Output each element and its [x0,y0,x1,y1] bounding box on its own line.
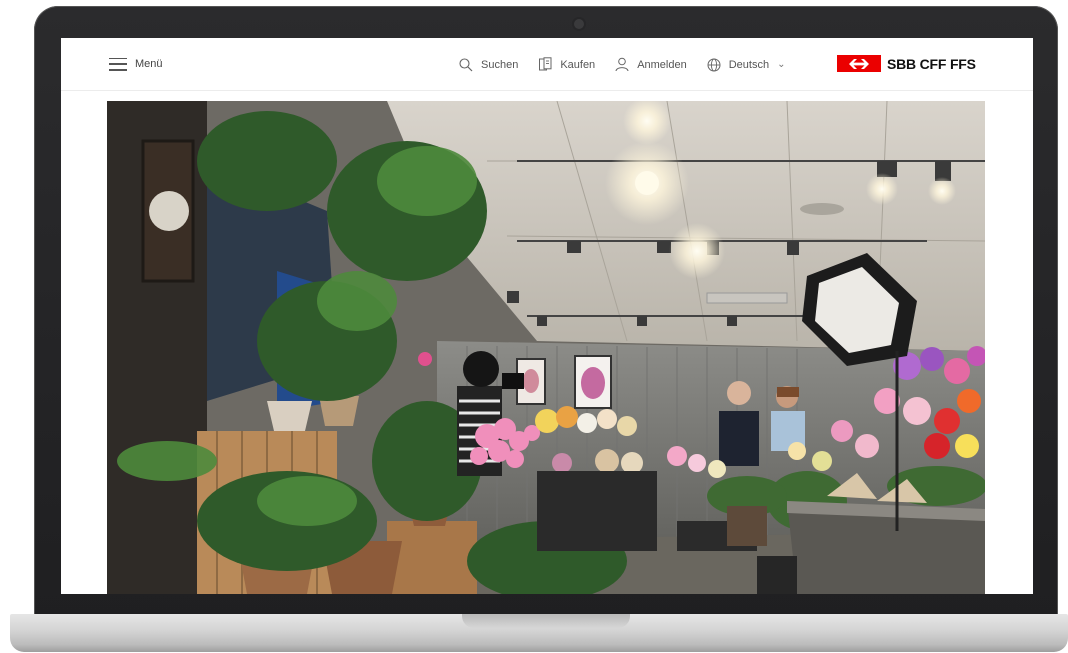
login-button[interactable]: Anmelden [615,57,687,72]
top-nav: Suchen Kaufen Anmelden Deutsch ⌄ [459,57,805,72]
ticket-icon [539,57,552,71]
globe-icon [707,58,721,71]
menu-label: Menü [135,58,163,70]
language-select[interactable]: Deutsch ⌄ [707,58,786,72]
user-icon [615,57,629,72]
search-button[interactable]: Suchen [459,57,519,72]
hero-image-flower-shop [107,101,985,594]
webcam [574,19,584,29]
language-value: Deutsch [728,58,770,71]
buy-label: Kaufen [560,58,596,71]
login-label: Anmelden [637,58,687,71]
menu-button[interactable]: Menü [109,56,163,72]
chevron-down-icon: ⌄ [777,59,786,70]
laptop-screen: Menü Suchen Kaufen Anmelden Deutsch ⌄ SB… [61,38,1033,594]
site-header: Menü Suchen Kaufen Anmelden Deutsch ⌄ SB… [61,38,1033,91]
sbb-logo-arrows-icon [837,55,881,72]
laptop-notch [462,614,630,628]
buy-button[interactable]: Kaufen [538,57,595,72]
search-icon [459,57,473,71]
sbb-logo[interactable]: SBB CFF FFS [837,55,976,72]
hamburger-icon [109,57,127,71]
search-label: Suchen [481,58,519,71]
logo-text: SBB CFF FFS [887,55,976,72]
